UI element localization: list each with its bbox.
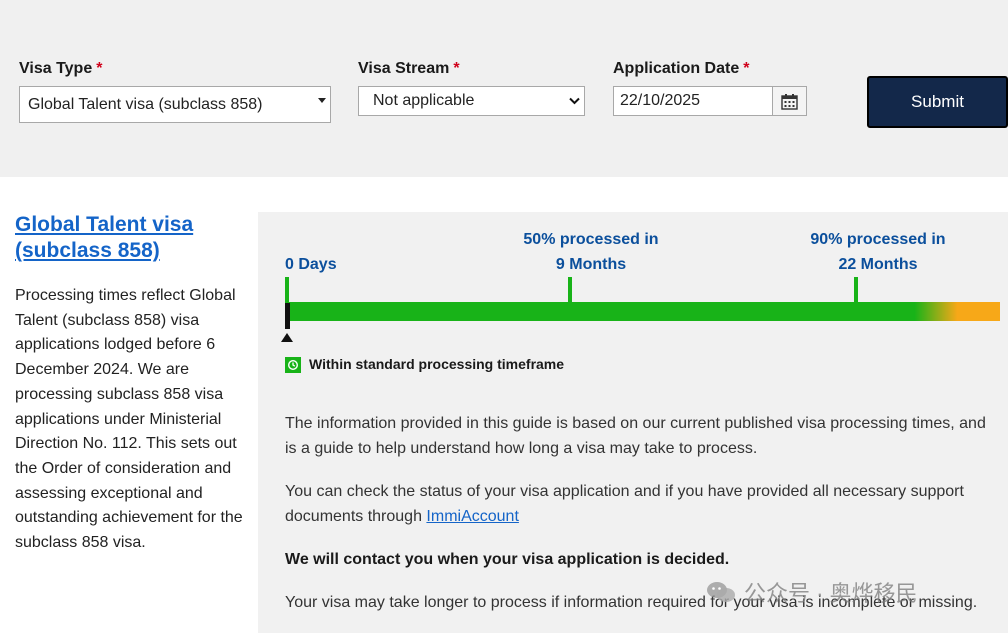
marker-triangle-icon xyxy=(281,333,293,342)
info-paragraph: The information provided in this guide i… xyxy=(285,415,986,457)
timeline-tick-p90 xyxy=(854,277,858,303)
legend-label: Within standard processing timeframe xyxy=(309,356,565,372)
submit-button[interactable]: Submit xyxy=(867,76,1008,128)
visa-stream-value: Not applicable xyxy=(373,92,475,109)
visa-type-value: Global Talent visa (subclass 858) xyxy=(28,95,263,113)
calendar-icon xyxy=(781,93,798,110)
timeline-start-label: 0 Days xyxy=(285,256,337,273)
caret-down-icon xyxy=(318,98,326,103)
visa-stream-label: Visa Stream * xyxy=(358,60,460,77)
status-paragraph: You can check the status of your visa ap… xyxy=(285,483,964,525)
wechat-icon xyxy=(707,582,735,602)
application-date-input[interactable]: 22/10/2025 xyxy=(613,86,773,116)
clock-icon xyxy=(285,357,301,373)
visa-stream-select[interactable]: Not applicable xyxy=(358,86,585,116)
timeline-p50-label: 50% processed in 9 Months xyxy=(523,231,659,273)
visa-description: Processing times reflect Global Talent (… xyxy=(15,287,243,552)
visa-type-select[interactable]: Global Talent visa (subclass 858) xyxy=(19,86,331,123)
visa-type-label: Visa Type * xyxy=(19,60,103,77)
search-form: Visa Type * Global Talent visa (subclass … xyxy=(0,0,1008,177)
chevron-down-icon xyxy=(569,97,580,105)
watermark: 公众号 · 奥烨移民 xyxy=(706,576,918,608)
timeline-tick-start xyxy=(285,277,289,303)
contact-notice: We will contact you when your visa appli… xyxy=(285,551,730,568)
processing-timeline-bar xyxy=(288,302,1000,321)
immiaccount-link[interactable]: ImmiAccount xyxy=(426,508,518,525)
application-date-label: Application Date * xyxy=(613,60,750,77)
calendar-button[interactable] xyxy=(772,86,807,116)
timeline-p90-label: 90% processed in 22 Months xyxy=(810,231,946,273)
timeline-tick-p50 xyxy=(568,277,572,303)
application-date-value: 22/10/2025 xyxy=(620,92,701,109)
application-date-marker xyxy=(285,303,290,329)
visa-title-link[interactable]: Global Talent visa (subclass 858) xyxy=(15,212,235,264)
